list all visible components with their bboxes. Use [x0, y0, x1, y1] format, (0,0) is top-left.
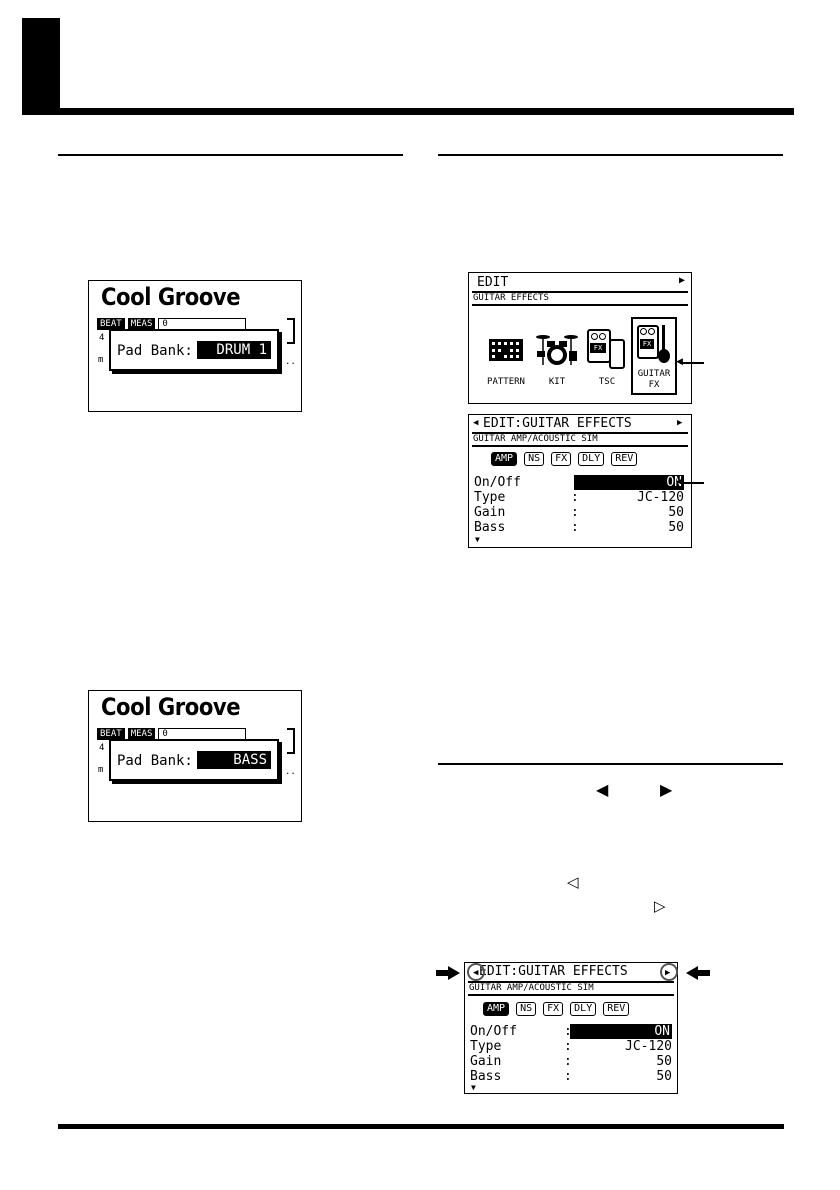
- right-triangle-icon: ▶: [678, 275, 685, 286]
- param-label: Gain: [470, 1054, 502, 1069]
- kit-label: KIT: [548, 377, 566, 387]
- param-value: 50: [656, 1069, 672, 1084]
- ge-title-left-arrow-icon: ◀: [473, 418, 479, 428]
- edit-menu-subtitle: GUITAR EFFECTS: [473, 293, 549, 303]
- ge-title-right-arrow-icon: ▶: [677, 418, 683, 428]
- song-title: Cool Groove: [101, 283, 241, 311]
- param-label: Type: [470, 1039, 502, 1054]
- param-value: JC-120: [625, 1039, 672, 1054]
- right-arrow-highlight-circle: [660, 963, 678, 981]
- guitar-effects-subtitle: GUITAR AMP/ACOUSTIC SIM: [469, 983, 594, 993]
- edit-menu-screen: EDIT ▶ GUITAR EFFECTS PATTERN KIT FX TSC: [468, 272, 692, 404]
- pad-bank-value: DRUM 1: [197, 341, 271, 359]
- param-value: JC-120: [637, 490, 684, 505]
- tab-fx[interactable]: FX: [551, 452, 572, 466]
- tab-rev[interactable]: REV: [603, 1002, 630, 1016]
- guitar-fx-label-2: FX: [648, 380, 660, 390]
- left-arrowhead-icon: ◀: [676, 357, 683, 367]
- chapter-tab-block: [22, 18, 60, 114]
- param-colon: :: [571, 505, 579, 520]
- edit-menu-title: EDIT: [477, 275, 509, 290]
- guitar-effects-screen: ◀ EDIT:GUITAR EFFECTS ▶ GUITAR AMP/ACOUS…: [468, 414, 692, 548]
- subtitle-rule: [472, 445, 688, 447]
- right-section-rule-1: [438, 154, 783, 156]
- param-colon: :: [571, 520, 579, 535]
- side-indicator-1: 4: [99, 743, 105, 753]
- tsc-label: TSC: [598, 377, 616, 387]
- song-title: Cool Groove: [101, 693, 241, 721]
- pad-bank-popup: Pad Bank: DRUM 1: [109, 329, 279, 371]
- param-label: On/Off: [474, 475, 521, 490]
- param-label: Bass: [474, 520, 506, 535]
- header-rule: [22, 108, 794, 115]
- param-value: 50: [656, 1054, 672, 1069]
- guitar-fx-icon: FX: [637, 325, 673, 367]
- scroll-down-icon: ▼: [475, 535, 480, 544]
- guitar-effects-subtitle: GUITAR AMP/ACOUSTIC SIM: [473, 434, 598, 444]
- callout-pointer-arrow: [680, 362, 704, 364]
- side-indicator-2: m: [98, 765, 104, 775]
- tab-ns[interactable]: NS: [516, 1002, 537, 1016]
- pattern-grid-icon: [489, 339, 523, 361]
- param-colon: :: [571, 490, 579, 505]
- pad-bank-label: Pad Bank:: [117, 753, 193, 769]
- background-frame: [287, 728, 295, 754]
- dots-indicator: ..: [285, 767, 296, 777]
- scroll-down-icon: ▼: [471, 1083, 476, 1092]
- param-label: On/Off: [470, 1024, 517, 1039]
- param-value: 50: [668, 520, 684, 535]
- outline-left-triangle-icon: ◁: [567, 873, 579, 891]
- guitar-effects-title: EDIT:GUITAR EFFECTS: [483, 416, 632, 431]
- left-arrow-highlight-circle: [467, 963, 485, 981]
- tab-ns[interactable]: NS: [524, 452, 545, 466]
- param-label: Gain: [474, 505, 506, 520]
- cursor-left-icon: ◀: [596, 780, 609, 799]
- background-frame: [287, 318, 295, 344]
- cursor-right-icon: ▶: [660, 780, 673, 799]
- param-colon: :: [564, 1054, 572, 1069]
- side-indicator-1: 4: [99, 333, 105, 343]
- param-label: Bass: [470, 1069, 502, 1084]
- subtitle-rule: [472, 304, 688, 306]
- pointing-left-arrow-icon: [686, 966, 710, 980]
- drum-kit-icon: [536, 335, 578, 365]
- tab-dly[interactable]: DLY: [578, 452, 605, 466]
- pattern-label: PATTERN: [487, 377, 525, 387]
- param-label: Type: [474, 490, 506, 505]
- guitar-fx-label-1: GUITAR: [637, 369, 671, 379]
- tab-fx[interactable]: FX: [543, 1002, 564, 1016]
- tsc-effect-icon: FX: [587, 329, 627, 369]
- callout-pointer-arrow-2: [680, 482, 704, 484]
- dots-indicator: ..: [285, 357, 296, 367]
- subtitle-rule: [468, 994, 674, 996]
- pad-bank-value: BASS: [197, 751, 271, 769]
- left-arrowhead-icon: ◀: [676, 477, 683, 487]
- right-section-rule-2: [438, 763, 783, 765]
- param-value: ON: [574, 475, 684, 490]
- pad-bank-popup: Pad Bank: BASS: [109, 739, 279, 781]
- tab-amp[interactable]: AMP: [491, 452, 518, 466]
- tab-amp[interactable]: AMP: [483, 1002, 510, 1016]
- side-indicator-2: m: [98, 355, 104, 365]
- pad-bank-bass-screen: Cool Groove BEAT MEAS 0 4 m .. Pad Bank:…: [88, 690, 302, 822]
- tab-rev[interactable]: REV: [611, 452, 638, 466]
- param-value: ON: [570, 1024, 672, 1039]
- pad-bank-label: Pad Bank:: [117, 343, 193, 359]
- guitar-effects-screen-2: ◀ EDIT:GUITAR EFFECTS ▶ GUITAR AMP/ACOUS…: [464, 962, 678, 1094]
- pad-bank-drum-screen: Cool Groove BEAT MEAS 0 4 m .. Pad Bank:…: [88, 280, 302, 412]
- left-section-rule: [58, 154, 403, 156]
- param-value: 50: [668, 505, 684, 520]
- guitar-effects-title: EDIT:GUITAR EFFECTS: [479, 964, 628, 979]
- param-colon: :: [564, 1039, 572, 1054]
- footer-rule: [58, 1124, 784, 1129]
- param-colon: :: [564, 1069, 572, 1084]
- pointing-right-arrow-icon: [436, 966, 460, 980]
- outline-right-triangle-icon: ▷: [654, 897, 666, 915]
- tab-dly[interactable]: DLY: [570, 1002, 597, 1016]
